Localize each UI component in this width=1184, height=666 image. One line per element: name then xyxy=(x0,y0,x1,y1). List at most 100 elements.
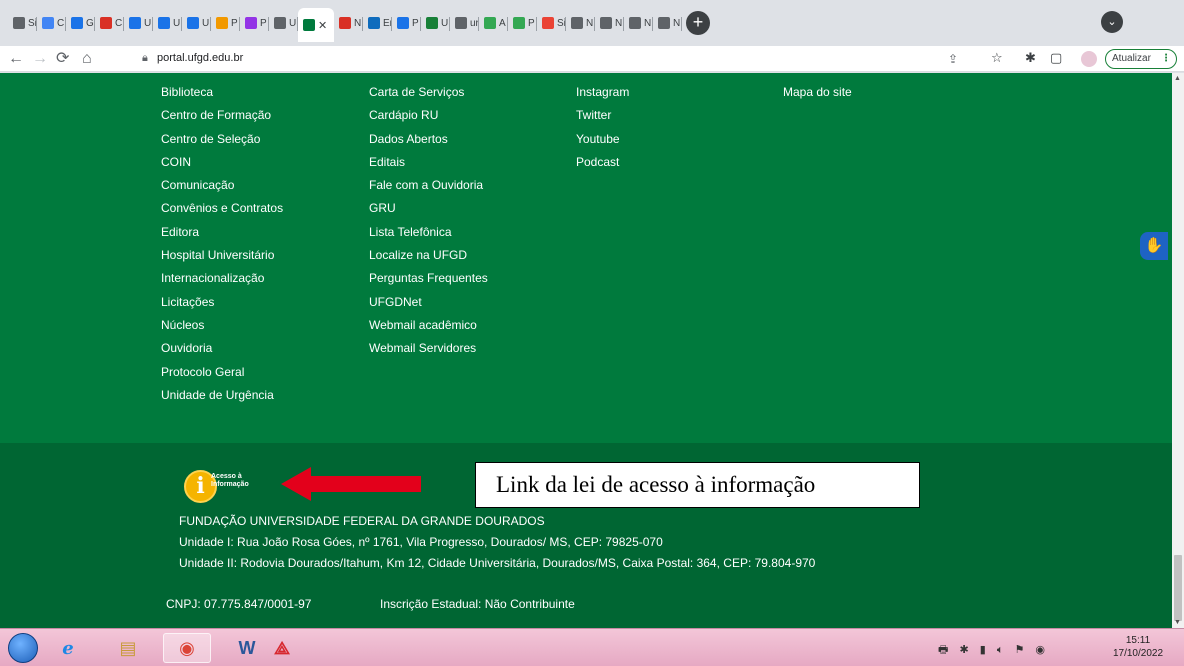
footer-link[interactable]: Protocolo Geral xyxy=(161,361,283,384)
footer-link[interactable]: Mapa do site xyxy=(783,81,852,104)
footer-link[interactable]: Dados Abertos xyxy=(369,128,488,151)
tab-title: U xyxy=(144,17,152,29)
footer-link[interactable]: Localize na UFGD xyxy=(369,244,488,267)
tab-title: P xyxy=(412,17,419,29)
footer-link[interactable]: Youtube xyxy=(576,128,629,151)
footer-link[interactable]: Ouvidoria xyxy=(161,337,283,360)
acesso-informacao-link[interactable]: i Acesso à Informação xyxy=(184,466,284,504)
footer-link[interactable]: Centro de Seleção xyxy=(161,128,283,151)
share-icon[interactable]: ⇪ xyxy=(948,52,958,66)
browser-tab[interactable]: N xyxy=(653,8,682,38)
update-button[interactable]: Atualizar ⋮ xyxy=(1105,49,1177,69)
footer-link[interactable]: Licitações xyxy=(161,291,283,314)
footer-link[interactable]: Comunicação xyxy=(161,174,283,197)
browser-tab[interactable]: U xyxy=(124,8,153,38)
footer-link[interactable]: Carta de Serviços xyxy=(369,81,488,104)
browser-tab[interactable]: P xyxy=(508,8,537,38)
browser-tab[interactable]: U xyxy=(421,8,450,38)
scroll-down-arrow-icon[interactable]: ▼ xyxy=(1174,619,1181,626)
browser-tab[interactable]: N xyxy=(334,8,363,38)
home-button[interactable]: ⌂ xyxy=(82,49,92,69)
system-clock[interactable]: 15:11 17/10/2022 xyxy=(1108,634,1168,660)
tab-title: N xyxy=(644,17,652,29)
footer-link[interactable]: Perguntas Frequentes xyxy=(369,267,488,290)
footer-link[interactable]: Hospital Universitário xyxy=(161,244,283,267)
chart-icon xyxy=(397,17,409,29)
browser-toolbar: ← → ⟳ ⌂ 🔒︎ portal.ufgd.edu.br ⇪ ☆ ✱ ▢ At… xyxy=(0,46,1184,72)
reload-button[interactable]: ⟳ xyxy=(56,49,69,69)
more-menu-icon: ⋮ xyxy=(1161,53,1171,64)
footer-link[interactable]: Editora xyxy=(161,221,283,244)
footer-link[interactable]: Unidade de Urgência xyxy=(161,384,283,407)
browser-tab[interactable]: N xyxy=(566,8,595,38)
chrome-icon xyxy=(71,17,83,29)
browser-tab[interactable]: Si xyxy=(537,8,566,38)
browser-tab[interactable]: P xyxy=(240,8,269,38)
browser-tab[interactable]: P xyxy=(392,8,421,38)
doc-icon xyxy=(42,17,54,29)
tab-title: U xyxy=(441,17,449,29)
taskbar-chrome[interactable]: ◉ xyxy=(163,633,211,663)
footer-link[interactable]: Webmail acadêmico xyxy=(369,314,488,337)
browser-tab[interactable]: U xyxy=(269,8,298,38)
footer-link[interactable]: Twitter xyxy=(576,104,629,127)
close-tab-icon[interactable]: ✕ xyxy=(318,19,327,32)
footer-link[interactable]: GRU xyxy=(369,197,488,220)
browser-tab[interactable]: A xyxy=(479,8,508,38)
tab-title: U xyxy=(202,17,210,29)
scrollbar-thumb[interactable] xyxy=(1174,555,1182,621)
address-bar[interactable]: 🔒︎ portal.ufgd.edu.br ⇪ xyxy=(130,48,970,70)
system-tray-icons[interactable]: 🖶︎ ✱ ▮ 🔈︎ ⚑ ◉ xyxy=(938,641,1049,660)
tab-title: N xyxy=(673,17,681,29)
footer-link[interactable]: Podcast xyxy=(576,151,629,174)
browser-tab[interactable]: G xyxy=(66,8,95,38)
browser-tab[interactable]: N xyxy=(595,8,624,38)
scroll-up-arrow-icon[interactable]: ▲ xyxy=(1174,75,1181,82)
side-panel-icon[interactable]: ▢ xyxy=(1050,50,1062,66)
footer-link[interactable]: Internacionalização xyxy=(161,267,283,290)
active-tab[interactable]: ✕ xyxy=(298,8,334,42)
back-button[interactable]: ← xyxy=(8,49,24,69)
footer-link[interactable]: Lista Telefônica xyxy=(369,221,488,244)
address-unidade-2: Unidade II: Rodovia Dourados/Itahum, Km … xyxy=(179,556,816,570)
vlibras-accessibility-icon[interactable]: ✋ xyxy=(1140,232,1168,260)
extensions-puzzle-icon[interactable]: ✱ xyxy=(1025,50,1036,66)
taskbar-acrobat[interactable]: ⟁ xyxy=(258,633,306,663)
browser-tab[interactable]: U xyxy=(182,8,211,38)
footer-link[interactable]: UFGDNet xyxy=(369,291,488,314)
profile-avatar[interactable] xyxy=(1081,51,1097,67)
footer-links-column-2: Carta de Serviços Cardápio RU Dados Aberto… xyxy=(369,81,488,361)
footer-link[interactable]: Instagram xyxy=(576,81,629,104)
browser-tab[interactable]: Er xyxy=(363,8,392,38)
browser-tab[interactable]: U xyxy=(153,8,182,38)
footer-link[interactable]: Núcleos xyxy=(161,314,283,337)
footer-link[interactable]: Centro de Formação xyxy=(161,104,283,127)
gmail-icon xyxy=(100,17,112,29)
footer-links-column-4: Mapa do site xyxy=(783,81,852,104)
browser-tab[interactable]: P xyxy=(211,8,240,38)
footer-link[interactable]: Editais xyxy=(369,151,488,174)
tab-list: Si C G C U U U P P U ✕ N Er P Uur A P Si N N N N + xyxy=(8,6,710,42)
browser-tab[interactable]: Si xyxy=(8,8,37,38)
browser-tab[interactable]: C xyxy=(37,8,66,38)
start-button[interactable] xyxy=(8,633,38,663)
vertical-scrollbar[interactable]: ▲ ▼ xyxy=(1172,73,1184,628)
taskbar-internet-explorer[interactable]: e xyxy=(44,633,92,663)
new-tab-button[interactable]: + xyxy=(686,11,710,35)
footer-link[interactable]: Cardápio RU xyxy=(369,104,488,127)
taskbar-file-explorer[interactable]: ▤ xyxy=(104,633,152,663)
chrome-icon xyxy=(455,17,467,29)
url-text: portal.ufgd.edu.br xyxy=(157,52,244,64)
browser-tab[interactable]: ur xyxy=(450,8,479,38)
browser-tab[interactable]: N xyxy=(624,8,653,38)
browser-tab[interactable]: C xyxy=(95,8,124,38)
footer-link[interactable]: COIN xyxy=(161,151,283,174)
footer-link[interactable]: Biblioteca xyxy=(161,81,283,104)
forward-button[interactable]: → xyxy=(32,49,48,69)
tab-search-button[interactable]: ⌄ xyxy=(1101,11,1123,33)
footer-link[interactable]: Fale com a Ouvidoria xyxy=(369,174,488,197)
footer-link[interactable]: Webmail Servidores xyxy=(369,337,488,360)
footer-link[interactable]: Convênios e Contratos xyxy=(161,197,283,220)
inscricao-estadual-text: Inscrição Estadual: Não Contribuinte xyxy=(380,597,575,611)
bookmark-star-icon[interactable]: ☆ xyxy=(991,50,1003,66)
